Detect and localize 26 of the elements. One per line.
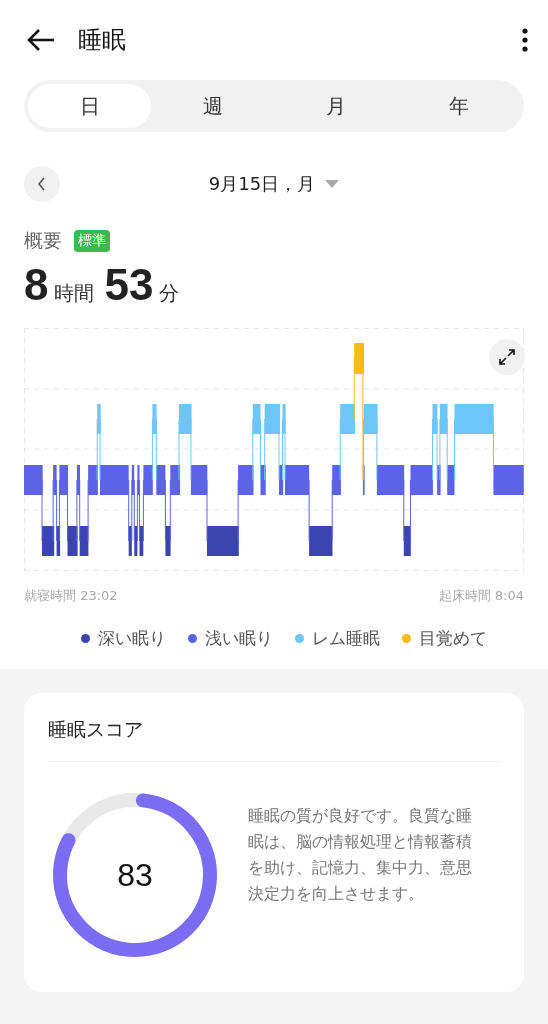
wake-time-label: 起床時間 8:04 [438,587,524,605]
chevron-left-icon [37,177,47,191]
hours-value: 8 [24,260,49,310]
expand-icon [498,348,516,366]
card-title: 睡眠スコア [48,693,500,762]
minutes-value: 53 [104,260,154,310]
quality-badge: 標準 [74,230,110,252]
period-tab[interactable]: 年 [397,84,520,128]
legend-label: レム睡眠 [312,627,380,650]
period-tab[interactable]: 週 [151,84,274,128]
hours-unit: 時間 [54,280,95,307]
period-tab[interactable]: 月 [274,84,397,128]
score-value: 83 [117,856,153,894]
date-label[interactable]: 9月15日，月 [208,172,316,196]
legend-label: 浅い眠り [205,627,273,650]
overview-label: 概要 [24,228,62,253]
minutes-unit: 分 [159,280,180,307]
page-title: 睡眠 [78,25,127,56]
expand-button[interactable] [489,339,525,375]
bedtime-label: 就寝時間 23:02 [24,587,118,605]
legend-label: 目覚めて [419,627,487,650]
legend-label: 深い眠り [98,627,166,650]
back-icon[interactable] [26,28,56,52]
score-description: 睡眠の質が良好です。良質な睡眠は、脳の情報処理と情報蓄積を助け、記憶力、集中力、意思決定力を向上させます。 [248,805,473,905]
more-icon[interactable] [522,28,528,52]
period-tab[interactable]: 日 [28,84,151,128]
